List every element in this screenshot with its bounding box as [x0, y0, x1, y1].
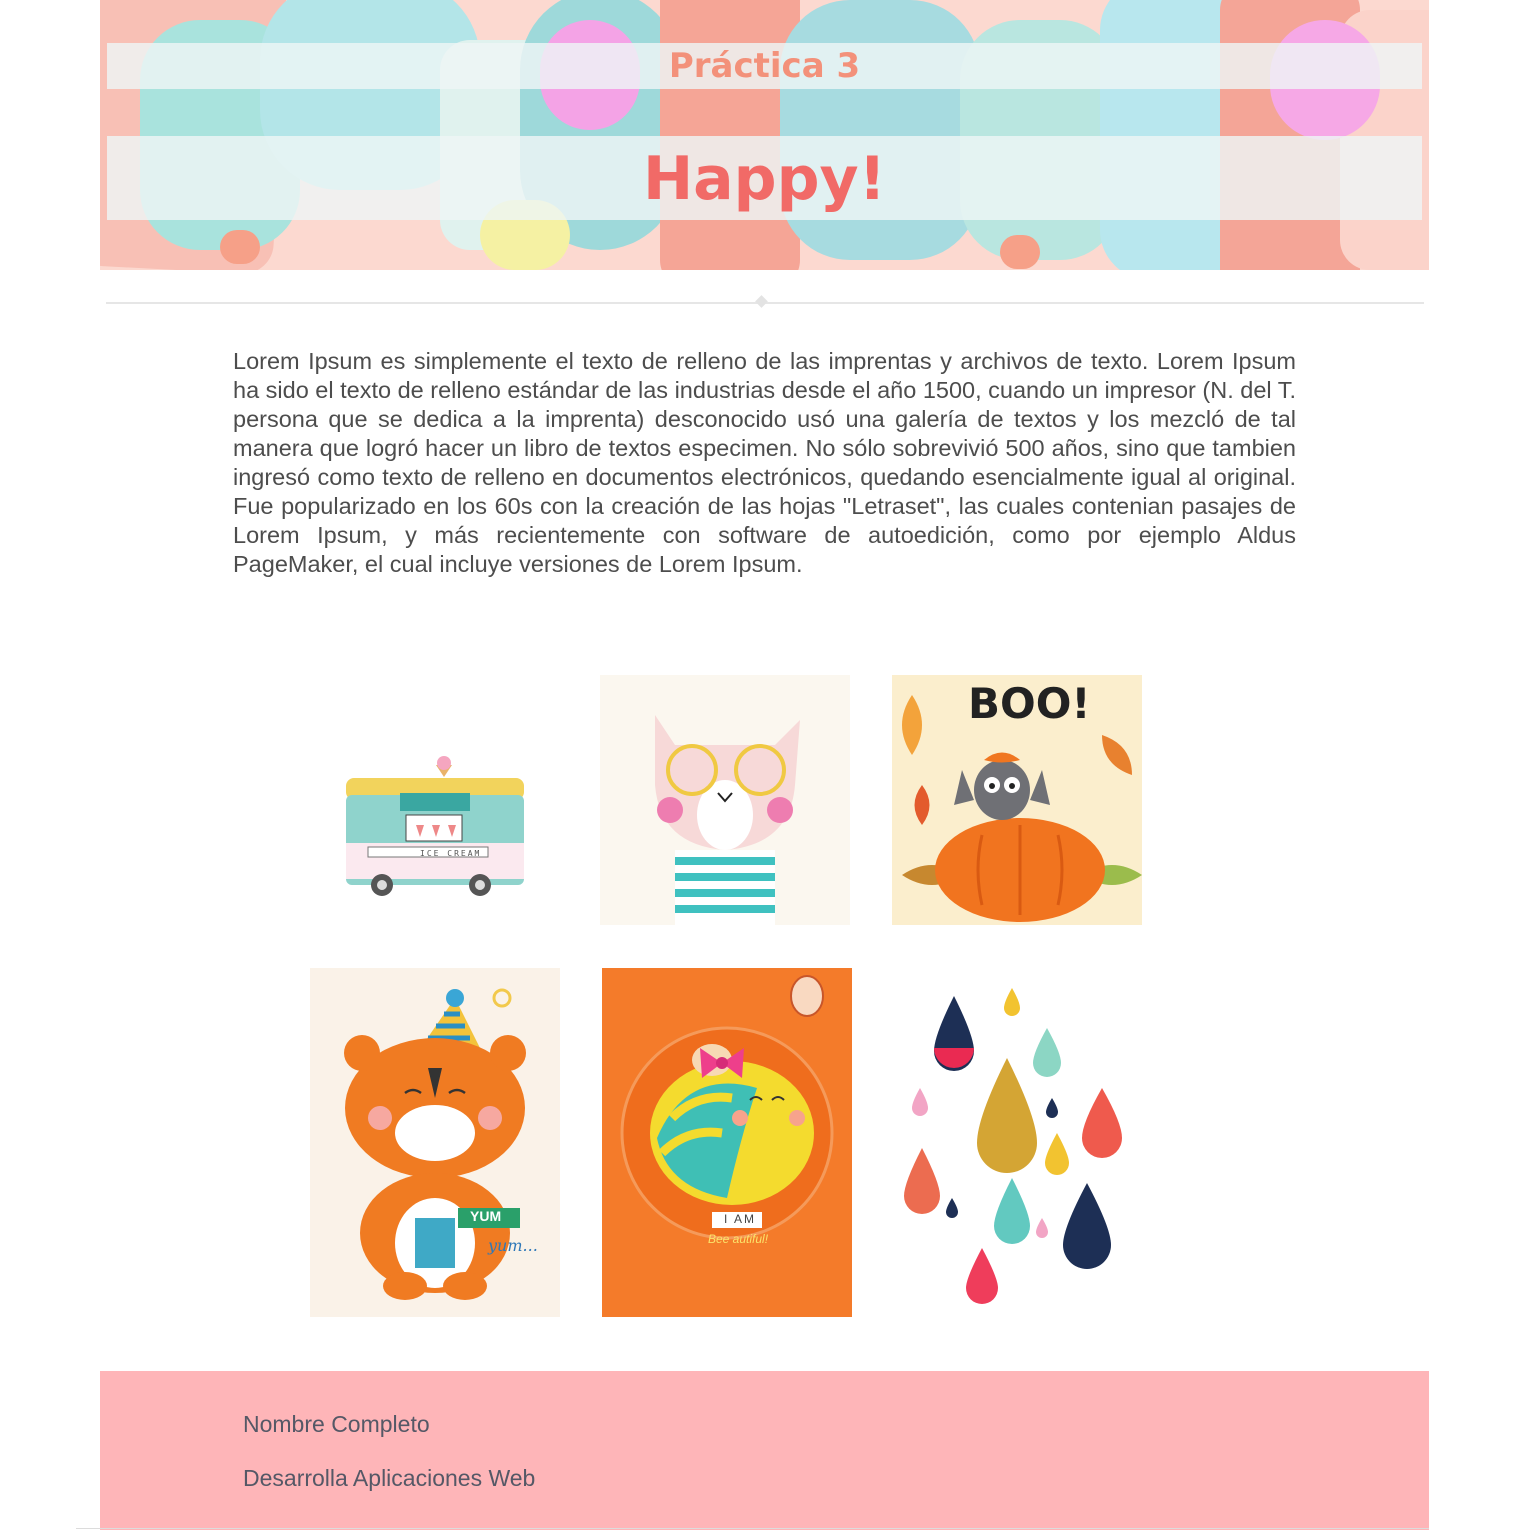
footer-course-name: Desarrolla Aplicaciones Web — [243, 1465, 536, 1491]
title-band: Happy! — [107, 136, 1422, 220]
i-am-label: I AM — [724, 1212, 757, 1226]
page-title: Happy! — [642, 144, 887, 214]
paint-stroke — [220, 230, 260, 264]
gallery-image-boo-bat-pumpkin[interactable]: BOO! — [892, 675, 1142, 925]
intro-paragraph: Lorem Ipsum es simplemente el texto de r… — [233, 348, 1296, 577]
boo-label: BOO! — [968, 679, 1091, 728]
gallery-image-cat-with-glasses[interactable] — [600, 675, 850, 925]
tiger-party-hat-icon — [310, 968, 560, 1317]
bee-autiful-label: Bee autiful! — [708, 1232, 769, 1246]
page-footer: Nombre Completo Desarrolla Aplicaciones … — [100, 1371, 1429, 1530]
yum-label: YUM — [470, 1208, 502, 1224]
paint-stroke — [1000, 235, 1040, 269]
gallery-image-raindrops-pattern[interactable] — [892, 968, 1142, 1317]
page-subtitle: Práctica 3 — [668, 46, 861, 86]
cat-with-glasses-icon — [600, 675, 850, 925]
ice-cream-label: ICE CREAM — [420, 849, 482, 858]
raindrops-pattern-icon — [892, 968, 1142, 1317]
subtitle-band: Práctica 3 — [107, 43, 1422, 89]
ice-cream-truck-icon — [308, 675, 558, 925]
yum-script-label: yum... — [488, 1236, 538, 1255]
gallery-image-bee-autiful[interactable]: I AM Bee autiful! — [602, 968, 852, 1317]
paint-stroke — [660, 0, 800, 270]
gallery-image-tiger-party-hat[interactable]: YUM yum... — [310, 968, 560, 1317]
gallery-image-ice-cream-truck[interactable]: ICE CREAM — [308, 675, 558, 925]
divider-diamond-icon — [755, 295, 768, 308]
bee-autiful-icon — [602, 968, 852, 1317]
footer-author-name: Nombre Completo — [243, 1411, 430, 1437]
header-banner: Práctica 3 Happy! — [100, 0, 1429, 270]
paint-stroke — [1100, 0, 1240, 270]
bottom-rule — [76, 1528, 1429, 1529]
